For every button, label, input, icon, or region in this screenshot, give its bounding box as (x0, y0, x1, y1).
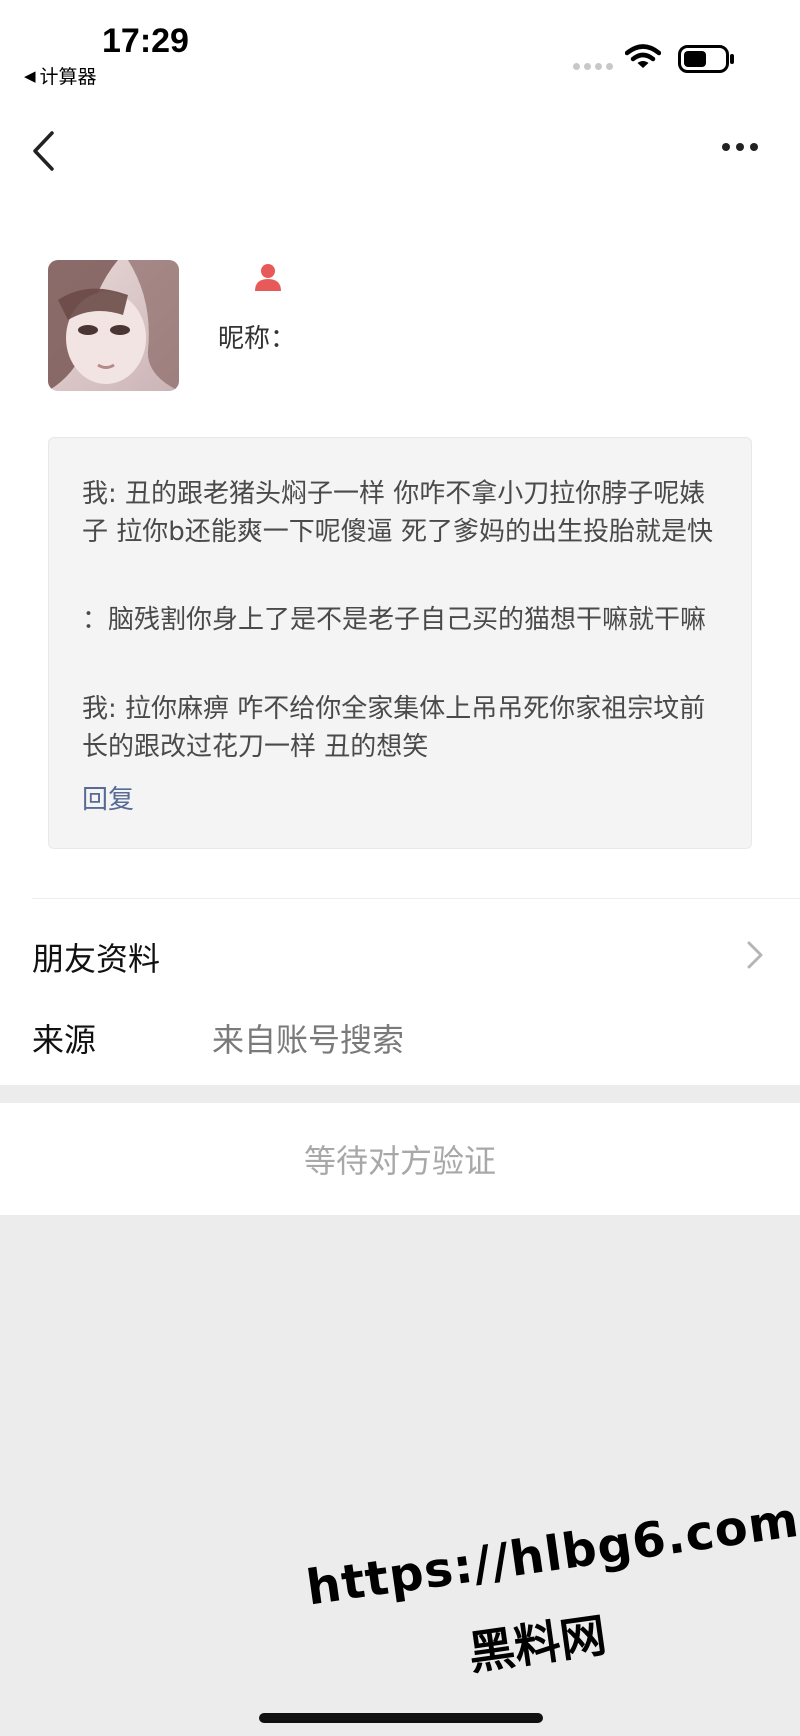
source-label: 来源 (32, 1021, 97, 1059)
nickname-label: 昵称： (218, 324, 297, 354)
home-indicator[interactable] (259, 1713, 543, 1723)
waiting-verification-panel: 等待对方验证 (0, 1103, 800, 1215)
source-value: 来自账号搜索 (212, 1021, 405, 1059)
message-item: ：脑残割你身上了是不是老子自己买的猫想干嘛就干嘛 (82, 605, 707, 635)
watermark-url: https://hlbg6.com (303, 1491, 800, 1617)
signal-icon (573, 63, 613, 70)
message-item: 我: 拉你麻痹 咋不给你全家集体上吊吊死你家祖宗坟前 长的跟改过花刀一样 丑的想… (82, 694, 706, 762)
friend-info-row[interactable]: 朋友资料 (0, 920, 800, 990)
message-card: 我: 丑的跟老猪头焖子一样 你咋不拿小刀拉你脖子呢婊子 拉你b还能爽一下呢傻逼 … (48, 437, 752, 849)
more-dots-icon[interactable] (722, 143, 758, 151)
chevron-right-icon (747, 941, 763, 969)
battery-icon (678, 45, 734, 73)
chevron-left-icon[interactable] (30, 130, 56, 172)
wifi-icon (625, 44, 661, 68)
back-triangle-icon: ◀ (24, 66, 36, 85)
back-to-app-link[interactable]: ◀ 计算器 (24, 62, 97, 89)
back-app-label: 计算器 (39, 66, 97, 88)
divider (32, 898, 800, 899)
person-icon (255, 264, 281, 291)
friend-info-label: 朋友资料 (32, 940, 161, 978)
message-item: 我: 丑的跟老猪头焖子一样 你咋不拿小刀拉你脖子呢婊子 拉你b还能爽一下呢傻逼 … (82, 479, 714, 547)
watermark-name: 黑料网 (465, 1607, 610, 1681)
reply-link[interactable]: 回复 (82, 779, 134, 816)
status-time: 17:29 (102, 22, 189, 60)
avatar[interactable] (48, 260, 179, 391)
contact-request-page: 17:29 ◀ 计算器 昵称： 我: 丑的跟老猪头焖子一样 你咋不拿小刀拉你脖子… (0, 0, 800, 1736)
waiting-verification-text: 等待对方验证 (303, 1142, 496, 1180)
